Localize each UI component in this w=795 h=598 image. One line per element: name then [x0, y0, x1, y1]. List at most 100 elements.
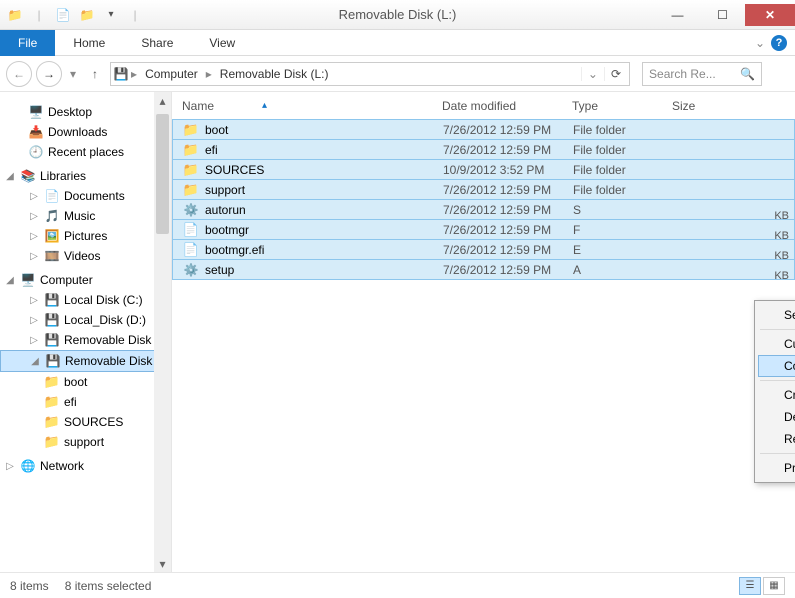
scrollbar-track[interactable]: ▴ ▾	[154, 92, 171, 572]
collapse-icon[interactable]: ◢	[29, 356, 41, 367]
tree-item-folder[interactable]: support	[0, 432, 171, 452]
column-date-header[interactable]: Date modified	[442, 99, 572, 113]
expand-icon[interactable]: ▷	[28, 315, 40, 326]
file-tab[interactable]: File	[0, 30, 55, 56]
scroll-up-icon[interactable]: ▴	[154, 92, 171, 109]
history-dropdown[interactable]: ▾	[66, 67, 80, 81]
collapse-icon[interactable]: ◢	[4, 275, 16, 286]
qat-dropdown-icon[interactable]: ▾	[100, 4, 122, 26]
tree-item-folder[interactable]: SOURCES	[0, 412, 171, 432]
file-row[interactable]: efi7/26/2012 12:59 PMFile folder	[172, 139, 795, 160]
thumbnails-view-button[interactable]: ▦	[763, 577, 785, 595]
downloads-icon	[28, 124, 44, 140]
file-row[interactable]: autorun7/26/2012 12:59 PMSKB	[172, 199, 795, 220]
file-date: 7/26/2012 12:59 PM	[443, 143, 573, 157]
scrollbar-thumb[interactable]	[156, 114, 169, 234]
tree-item-computer[interactable]: ◢Computer	[0, 270, 171, 290]
tree-label: boot	[64, 375, 87, 389]
file-row[interactable]: bootmgr.efi7/26/2012 12:59 PMEKB	[172, 239, 795, 260]
chevron-right-icon[interactable]: ▸	[204, 67, 214, 81]
tree-item-libraries[interactable]: ◢Libraries	[0, 166, 171, 186]
file-icon	[183, 242, 199, 258]
column-name-header[interactable]: Name▴	[182, 99, 442, 113]
libraries-icon	[20, 168, 36, 184]
new-folder-icon[interactable]: 📄	[52, 4, 74, 26]
menu-copy[interactable]: Copy	[758, 355, 795, 377]
menu-rename[interactable]: Rename	[758, 428, 795, 450]
up-button[interactable]: ↑	[84, 67, 106, 81]
back-button[interactable]: ←	[6, 61, 32, 87]
file-list-pane: Name▴ Date modified Type Size boot7/26/2…	[172, 92, 795, 572]
address-dropdown-icon[interactable]: ⌄	[581, 67, 604, 81]
tree-item-network[interactable]: ▷Network	[0, 456, 171, 476]
tree-item-videos[interactable]: ▷Videos	[0, 246, 171, 266]
file-date: 10/9/2012 3:52 PM	[443, 163, 573, 177]
expand-icon[interactable]: ▷	[28, 335, 40, 346]
folder-icon	[44, 374, 60, 390]
file-row[interactable]: SOURCES10/9/2012 3:52 PMFile folder	[172, 159, 795, 180]
help-button[interactable]: ?	[771, 35, 787, 51]
home-tab[interactable]: Home	[55, 31, 123, 55]
file-name: support	[205, 183, 245, 197]
ribbon-collapse-icon[interactable]: ⌄	[755, 36, 765, 50]
drive-icon	[45, 353, 61, 369]
breadcrumb-segment[interactable]: Removable Disk (L:)	[214, 67, 335, 81]
tree-item-folder[interactable]: efi	[0, 392, 171, 412]
maximize-button[interactable]: ☐	[700, 4, 745, 26]
minimize-button[interactable]: —	[655, 4, 700, 26]
close-button[interactable]: ✕	[745, 4, 795, 26]
file-type: F	[573, 223, 673, 237]
expand-icon[interactable]: ▷	[4, 461, 16, 472]
column-size-header[interactable]: Size	[672, 99, 795, 113]
chevron-right-icon[interactable]: ▸	[129, 67, 139, 81]
search-input[interactable]: Search Re... 🔍	[642, 62, 762, 86]
tree-item-drive[interactable]: ▷Removable Disk (	[0, 330, 171, 350]
tree-item-recent[interactable]: Recent places	[0, 142, 171, 162]
menu-cut[interactable]: Cut	[758, 333, 795, 355]
tree-item-folder[interactable]: boot	[0, 372, 171, 392]
tree-item-drive[interactable]: ▷ Local_Disk (D:)	[0, 310, 171, 330]
tree-item-pictures[interactable]: ▷Pictures	[0, 226, 171, 246]
expand-icon[interactable]: ▷	[28, 211, 40, 222]
gear-icon	[183, 262, 199, 278]
tree-label: SOURCES	[64, 415, 123, 429]
collapse-icon[interactable]: ◢	[4, 171, 16, 182]
file-type: A	[573, 263, 673, 277]
menu-create-shortcut[interactable]: Create shortcut	[758, 384, 795, 406]
file-row[interactable]: boot7/26/2012 12:59 PMFile folder	[172, 119, 795, 140]
network-icon	[20, 458, 36, 474]
folder-icon[interactable]: 📁	[76, 4, 98, 26]
file-row[interactable]: bootmgr7/26/2012 12:59 PMFKB	[172, 219, 795, 240]
tree-item-documents[interactable]: ▷Documents	[0, 186, 171, 206]
menu-delete[interactable]: Delete	[758, 406, 795, 428]
forward-button[interactable]: →	[36, 61, 62, 87]
menu-separator	[760, 329, 795, 330]
file-row[interactable]: support7/26/2012 12:59 PMFile folder	[172, 179, 795, 200]
qat-divider: |	[28, 4, 50, 26]
expand-icon[interactable]: ▷	[28, 295, 40, 306]
tree-item-desktop[interactable]: Desktop	[0, 102, 171, 122]
refresh-button[interactable]: ⟳	[604, 67, 627, 81]
file-row[interactable]: setup7/26/2012 12:59 PMAKB	[172, 259, 795, 280]
address-bar[interactable]: ▸ Computer ▸ Removable Disk (L:) ⌄ ⟳	[110, 62, 630, 86]
tree-item-music[interactable]: ▷Music	[0, 206, 171, 226]
column-type-header[interactable]: Type	[572, 99, 672, 113]
menu-properties[interactable]: Properties	[758, 457, 795, 479]
menu-send-to[interactable]: Send to	[758, 304, 795, 326]
view-tab[interactable]: View	[191, 31, 253, 55]
expand-icon[interactable]: ▷	[28, 231, 40, 242]
scroll-down-icon[interactable]: ▾	[154, 555, 171, 572]
details-view-button[interactable]: ☰	[739, 577, 761, 595]
expand-icon[interactable]: ▷	[28, 251, 40, 262]
tree-label: Local_Disk (D:)	[64, 313, 146, 327]
folder-icon	[44, 394, 60, 410]
tree-item-downloads[interactable]: Downloads	[0, 122, 171, 142]
tree-item-drive[interactable]: ▷ Local Disk (C:)	[0, 290, 171, 310]
breadcrumb-segment[interactable]: Computer	[139, 67, 204, 81]
tree-label: Local Disk (C:)	[64, 293, 143, 307]
share-tab[interactable]: Share	[123, 31, 191, 55]
expand-icon[interactable]: ▷	[28, 191, 40, 202]
tree-item-drive-selected[interactable]: ◢Removable Disk (	[0, 350, 171, 372]
folder-icon	[183, 182, 199, 198]
drive-icon	[44, 312, 60, 328]
